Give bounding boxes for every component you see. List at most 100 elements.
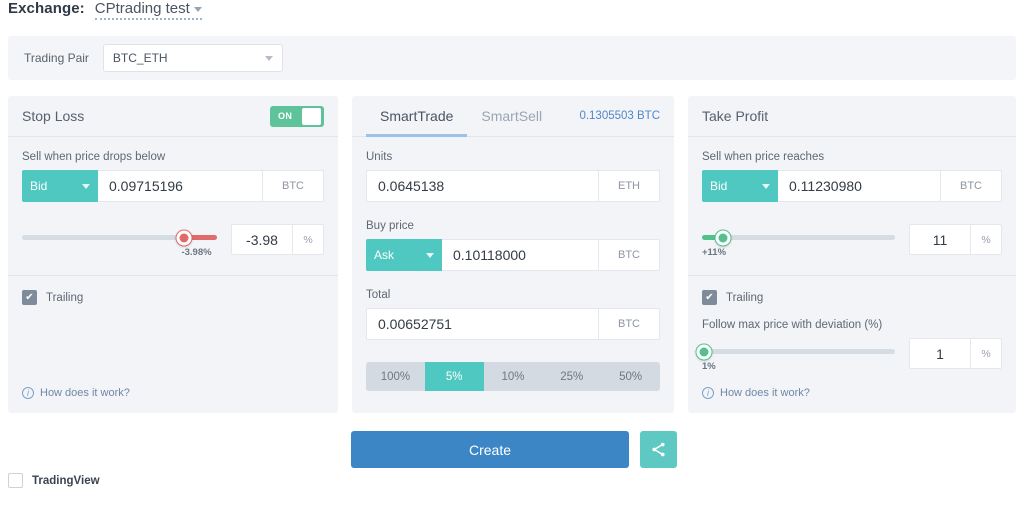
- take-profit-slider[interactable]: +11%: [702, 224, 909, 258]
- take-profit-slider-track[interactable]: [702, 229, 895, 246]
- stop-loss-slider-handle[interactable]: [175, 229, 193, 246]
- stop-loss-price-input[interactable]: 0.09715196: [98, 170, 262, 202]
- take-profit-help-link[interactable]: i How does it work?: [702, 387, 810, 399]
- balance-value[interactable]: 0.1305503 BTC: [579, 110, 660, 122]
- stop-loss-price-row: Bid 0.09715196 BTC: [22, 170, 324, 202]
- tradingview-checkbox[interactable]: [8, 473, 23, 488]
- stop-loss-title: Stop Loss: [22, 108, 85, 124]
- buy-side-select[interactable]: Ask: [366, 239, 442, 271]
- take-profit-slider-row: +11% 11 %: [702, 224, 1002, 258]
- total-unit: BTC: [598, 308, 660, 340]
- stop-loss-trailing-checkbox[interactable]: [22, 290, 37, 305]
- take-profit-divider: [688, 275, 1016, 276]
- stop-loss-percent-box: -3.98 %: [231, 224, 324, 255]
- take-profit-side-select[interactable]: Bid: [702, 170, 778, 202]
- take-profit-slider-handle[interactable]: [714, 229, 732, 246]
- stop-loss-trailing-label: Trailing: [46, 291, 84, 304]
- stop-loss-trailing-row[interactable]: Trailing: [22, 290, 324, 305]
- take-profit-panel: Take Profit Sell when price reaches Bid …: [688, 96, 1016, 413]
- chevron-down-icon: [426, 252, 434, 258]
- stop-loss-header: Stop Loss ON: [8, 96, 338, 137]
- trading-pair-value: BTC_ETH: [112, 51, 168, 65]
- deviation-slider-handle[interactable]: [695, 343, 713, 360]
- stop-loss-body: Sell when price drops below Bid 0.097151…: [8, 137, 338, 319]
- buy-price-input[interactable]: 0.10118000: [442, 239, 598, 271]
- tab-smarttrade[interactable]: SmartTrade: [366, 96, 468, 137]
- stop-loss-slider[interactable]: -3.98%: [22, 224, 231, 258]
- percent-button-10[interactable]: 10%: [484, 362, 543, 391]
- smart-trade-page: Exchange: CPtrading test Trading Pair BT…: [0, 0, 1024, 515]
- take-profit-body: Sell when price reaches Bid 0.11230980 B…: [688, 137, 1016, 383]
- stop-loss-slider-row: -3.98% -3.98 %: [22, 224, 324, 258]
- take-profit-title: Take Profit: [702, 108, 769, 124]
- take-profit-trailing-label: Trailing: [726, 291, 764, 304]
- stop-loss-side-value: Bid: [30, 179, 48, 193]
- percent-button-5[interactable]: 5%: [424, 362, 484, 391]
- deviation-percent-symbol: %: [971, 338, 1002, 369]
- take-profit-slider-caption: +11%: [702, 247, 727, 258]
- take-profit-percent-box: 11 %: [909, 224, 1002, 255]
- buy-price-row: Ask 0.10118000 BTC: [366, 239, 660, 271]
- tradingview-label: TradingView: [32, 474, 100, 487]
- take-profit-price-unit: BTC: [940, 170, 1002, 202]
- take-profit-percent-input[interactable]: 11: [909, 224, 971, 255]
- chevron-down-icon: [264, 55, 273, 61]
- info-icon: i: [22, 387, 34, 399]
- stop-loss-toggle-label: ON: [278, 111, 293, 121]
- deviation-slider-row: 1% 1 %: [695, 338, 1002, 372]
- smart-trade-body: Units 0.0645138 ETH Buy price Ask 0.1011…: [352, 137, 674, 405]
- deviation-slider-track[interactable]: [695, 343, 895, 360]
- create-button[interactable]: Create: [351, 431, 629, 468]
- buy-price-label: Buy price: [366, 220, 414, 232]
- chevron-down-icon: [193, 6, 202, 12]
- take-profit-side-value: Bid: [710, 179, 728, 193]
- trading-pair-select[interactable]: BTC_ETH: [102, 44, 283, 72]
- smart-trade-tabs: SmartTrade SmartSell 0.1305503 BTC: [352, 96, 674, 137]
- total-input[interactable]: 0.00652751: [366, 308, 598, 340]
- stop-loss-percent-symbol: %: [293, 224, 324, 255]
- stop-loss-panel: Stop Loss ON Sell when price drops below…: [8, 96, 338, 413]
- share-button[interactable]: [640, 431, 677, 468]
- take-profit-trailing-row[interactable]: Trailing: [702, 290, 1002, 305]
- stop-loss-price-unit: BTC: [262, 170, 324, 202]
- take-profit-trailing-checkbox[interactable]: [702, 290, 717, 305]
- chevron-down-icon: [762, 183, 770, 189]
- stop-loss-toggle[interactable]: ON: [270, 105, 324, 127]
- deviation-slider[interactable]: 1%: [695, 338, 909, 372]
- deviation-percent-box: 1 %: [909, 338, 1002, 369]
- smart-trade-panel: SmartTrade SmartSell 0.1305503 BTC Units…: [352, 96, 674, 413]
- stop-loss-side-select[interactable]: Bid: [22, 170, 98, 202]
- units-label: Units: [366, 151, 393, 163]
- tab-smartsell[interactable]: SmartSell: [467, 96, 556, 137]
- stop-loss-price-label: Sell when price drops below: [22, 151, 166, 163]
- stop-loss-help-link[interactable]: i How does it work?: [22, 387, 130, 399]
- units-unit: ETH: [598, 170, 660, 202]
- tradingview-row[interactable]: TradingView: [8, 473, 100, 488]
- exchange-selector[interactable]: CPtrading test: [94, 0, 202, 20]
- percent-button-25[interactable]: 25%: [542, 362, 601, 391]
- percent-button-50[interactable]: 50%: [601, 362, 660, 391]
- exchange-bar: Exchange: CPtrading test: [0, 0, 1024, 26]
- percent-button-100[interactable]: 100%: [366, 362, 425, 391]
- take-profit-price-label: Sell when price reaches: [702, 151, 825, 163]
- take-profit-header: Take Profit: [688, 96, 1016, 137]
- total-label: Total: [366, 289, 391, 301]
- deviation-percent-input[interactable]: 1: [909, 338, 971, 369]
- stop-loss-slider-caption: -3.98%: [181, 247, 212, 258]
- take-profit-price-input[interactable]: 0.11230980: [778, 170, 940, 202]
- stop-loss-slider-track[interactable]: [22, 229, 217, 246]
- deviation-label: Follow max price with deviation (%): [702, 319, 883, 331]
- toggle-knob: [302, 107, 321, 125]
- take-profit-percent-symbol: %: [971, 224, 1002, 255]
- stop-loss-divider: [8, 275, 338, 276]
- stop-loss-percent-input[interactable]: -3.98: [231, 224, 293, 255]
- info-icon: i: [702, 387, 714, 399]
- total-row: 0.00652751 BTC: [366, 308, 660, 340]
- exchange-selector-label: CPtrading test: [94, 0, 190, 17]
- share-icon: [652, 442, 665, 457]
- take-profit-price-row: Bid 0.11230980 BTC: [702, 170, 1002, 202]
- action-bar: Create: [351, 431, 677, 468]
- deviation-slider-caption: 1%: [702, 361, 716, 372]
- units-input[interactable]: 0.0645138: [366, 170, 598, 202]
- chevron-down-icon: [82, 183, 90, 189]
